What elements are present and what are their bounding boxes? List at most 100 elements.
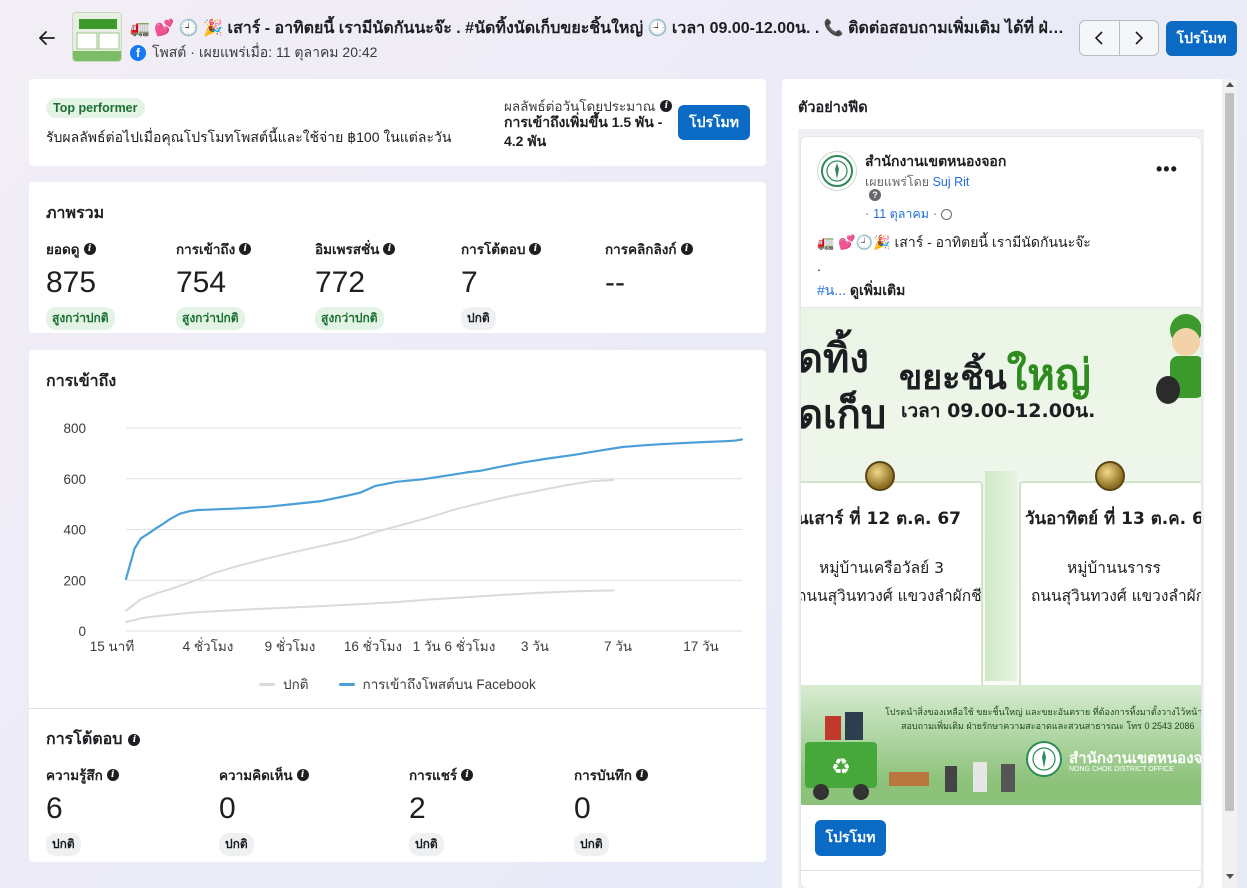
district-seal-icon [821, 155, 853, 187]
chevron-right-icon [1135, 31, 1143, 45]
published-by: เผยแพร่โดย Suj Rit [865, 172, 969, 192]
mascot-icon [1156, 314, 1201, 404]
image-headline-part: ใหญ่ [1006, 350, 1091, 399]
metric-label-text: อิมเพรสชั่น [315, 242, 380, 257]
image-day2-line: หมู่บ้านนรารร [1067, 559, 1161, 577]
post-thumbnail [72, 12, 122, 62]
metric-value: 772 [315, 266, 366, 299]
metric-value: 0 [219, 792, 236, 825]
metric-value: 6 [46, 792, 63, 825]
hashtag-link[interactable]: #น... [817, 282, 846, 298]
metric-block: อิมเพรสชั่น i 772 สูงกว่าปกติ [315, 238, 396, 330]
y-tick-label: 400 [63, 523, 86, 538]
metric-label-text: การแชร์ [409, 768, 458, 783]
info-icon[interactable]: i [239, 243, 252, 255]
x-tick-label: 17 วัน [683, 639, 719, 654]
image-time: เวลา 09.00-12.00น. [901, 400, 1096, 422]
legend-item[interactable]: การเข้าถึงโพสต์บน Facebook [338, 673, 536, 695]
date-separator: · [933, 207, 938, 221]
promote-description: รับผลลัพธ์ต่อไปเมื่อคุณโปรโมทโพสต์นี้และ… [46, 129, 452, 145]
info-icon[interactable]: i [128, 733, 141, 746]
back-arrow-icon[interactable] [36, 27, 58, 49]
metric-block: การคลิกลิงก์ i -- [605, 238, 693, 300]
post-text-line: #น... ดูเพิ่มเติม [817, 278, 1187, 302]
series-line-normal[interactable] [125, 589, 615, 624]
metric-label: ยอดดู i [46, 238, 115, 260]
header-promote-button[interactable]: โปรโมท [1166, 21, 1237, 56]
overview-card: ภาพรวม ยอดดู i 875 สูงกว่าปกติ การเข้าถึง i 75… [29, 182, 766, 333]
image-headline: ัดทิ้ง [801, 336, 869, 382]
x-tick-label: 16 ชั่วโมง [344, 637, 402, 654]
top-card-promote-button[interactable]: โปรโมท [678, 105, 750, 140]
feed-preview-panel: ตัวอย่างฟีด สำนักงานเขตหนองจอก เผยแพร่โด… [782, 79, 1237, 888]
metric-label-text: การโต้ตอบ [461, 242, 526, 257]
image-day2-line: ถนนสุวินทวงศ์ แขวงลำผักชี [1031, 587, 1201, 605]
scroll-up-arrow-icon[interactable] [1226, 82, 1234, 87]
post-text: 🚛 💕🕘🎉 เสาร์ - อาทิตยนี้ เรามีนัดกันนะจ๊ะ… [817, 230, 1187, 302]
x-tick-label: 4 ชั่วโมง [183, 637, 234, 654]
metric-block: การโต้ตอบ i 7 ปกติ [461, 238, 542, 330]
series-line-normal[interactable] [125, 479, 615, 612]
interaction-metric-block: ความรู้สึก i 6 ปกติ [46, 764, 119, 856]
metric-label: การโต้ตอบ i [461, 238, 542, 260]
recycle-icon: ♻ [831, 755, 851, 780]
interaction-title: การโต้ตอบ i [46, 727, 141, 752]
info-icon[interactable]: i [635, 769, 648, 781]
interaction-title-text: การโต้ตอบ [46, 731, 123, 748]
image-day1-line: หมู่บ้านเครือวัลย์ 3 [819, 559, 944, 577]
info-icon[interactable]: i [296, 769, 309, 781]
info-icon[interactable]: i [461, 769, 474, 781]
status-badge: สูงกว่าปกติ [46, 307, 115, 330]
legend-label: ปกติ [283, 677, 309, 692]
metric-label: อิมเพรสชั่น i [315, 238, 396, 260]
status-badge: สูงกว่าปกติ [315, 307, 384, 330]
facebook-icon: f [130, 45, 146, 61]
question-icon[interactable]: ? [869, 189, 881, 201]
info-icon[interactable]: i [529, 243, 542, 255]
next-post-button[interactable] [1118, 21, 1159, 55]
globe-icon [941, 208, 953, 220]
previous-post-button[interactable] [1080, 21, 1119, 55]
image-day1-box: ันเสาร์ ที่ 12 ต.ค. 67 หมู่บ้านเครือวัลย… [801, 481, 983, 693]
info-icon[interactable]: i [680, 243, 693, 255]
district-seal-icon [1026, 741, 1062, 777]
image-day1-title: ันเสาร์ ที่ 12 ต.ค. 67 [801, 509, 962, 529]
scrollbar-thumb[interactable] [1225, 93, 1234, 811]
legend-item[interactable]: ปกติ [259, 673, 309, 695]
interaction-metric-block: การบันทึก i 0 ปกติ [574, 764, 648, 856]
more-options-icon[interactable]: ••• [1156, 159, 1178, 180]
image-org-subtitle: NONG CHOK DISTRICT OFFICE [1069, 766, 1174, 773]
post-text-line: . [817, 258, 821, 274]
post-date-link[interactable]: 11 ตุลาคม [873, 204, 929, 224]
metric-label: การแชร์ i [409, 764, 474, 786]
legend-label: การเข้าถึงโพสต์บน Facebook [362, 677, 536, 692]
x-tick-label: 15 นาที [90, 639, 134, 654]
image-day1-line: ถนนสุวินทวงศ์ แขวงลำผักชี [801, 587, 982, 605]
page-avatar[interactable] [817, 151, 857, 191]
publisher-link[interactable]: Suj Rit [933, 175, 970, 189]
page-name[interactable]: สำนักงานเขตหนองจอก [865, 151, 1006, 173]
post-image[interactable]: ัดทิ้ง ัดเก็บ ขยะชิ้นใหญ่ เวลา 09.00-12.… [801, 307, 1201, 805]
info-icon[interactable]: i [106, 769, 119, 781]
interaction-metric-block: ความคิดเห็น i 0 ปกติ [219, 764, 309, 856]
image-headline: ัดเก็บ [801, 392, 887, 438]
post-title: 🚛 💕 🕘 🎉 เสาร์ - อาทิตยนี้ เรามีนัดกันนะจ… [130, 20, 1070, 37]
info-icon[interactable]: i [383, 243, 396, 255]
metric-label-text: ความคิดเห็น [219, 768, 293, 783]
preview-promote-button[interactable]: โปรโมท [815, 820, 886, 856]
interaction-metric-block: การแชร์ i 2 ปกติ [409, 764, 474, 856]
info-icon[interactable]: i [83, 243, 96, 255]
chart-legend: ปกติ การเข้าถึงโพสต์บน Facebook [259, 673, 536, 695]
metric-label-text: ความรู้สึก [46, 768, 103, 783]
image-headline-part: ขยะชิ้น [899, 358, 1007, 398]
metric-label: การบันทึก i [574, 764, 648, 786]
metric-value: 2 [409, 792, 426, 825]
post-header: 🚛 💕 🕘 🎉 เสาร์ - อาทิตยนี้ เรามีนัดกันนะจ… [0, 0, 1247, 76]
scroll-down-arrow-icon[interactable] [1226, 874, 1234, 879]
estimate-value: การเข้าถึงเพิ่มขึ้น 1.5 พัน - 4.2 พัน [504, 114, 663, 149]
series-line-facebook-reach[interactable] [124, 438, 744, 581]
info-icon[interactable]: i [660, 100, 673, 112]
y-tick-label: 800 [63, 421, 86, 436]
see-more-link[interactable]: ดูเพิ่มเติม [850, 282, 905, 298]
metric-label: การคลิกลิงก์ i [605, 238, 693, 260]
